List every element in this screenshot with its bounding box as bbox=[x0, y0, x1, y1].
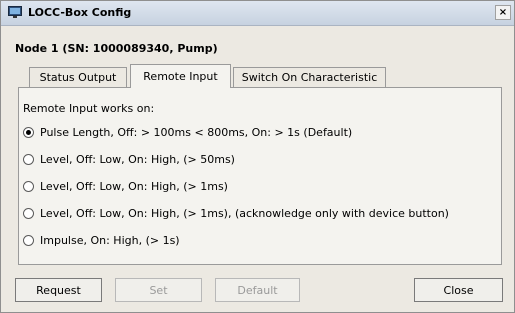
option-label: Pulse Length, Off: > 100ms < 800ms, On: … bbox=[40, 125, 353, 139]
set-button[interactable]: Set bbox=[115, 278, 202, 302]
tab-status-output[interactable]: Status Output bbox=[29, 67, 127, 87]
close-window-button[interactable]: × bbox=[495, 5, 511, 20]
node-title: Node 1 (SN: 1000089340, Pump) bbox=[15, 42, 218, 55]
default-button[interactable]: Default bbox=[215, 278, 300, 302]
radio-button[interactable] bbox=[23, 180, 34, 192]
option-pulse-length[interactable]: Pulse Length, Off: > 100ms < 800ms, On: … bbox=[23, 124, 352, 140]
config-window: LOCC-Box Config × Node 1 (SN: 1000089340… bbox=[0, 0, 515, 313]
title-bar[interactable]: LOCC-Box Config × bbox=[1, 1, 514, 26]
option-level-50ms[interactable]: Level, Off: Low, On: High, (> 50ms) bbox=[23, 151, 235, 167]
radio-button[interactable] bbox=[23, 126, 34, 138]
radio-button[interactable] bbox=[23, 153, 34, 165]
tab-switch-on-characteristic[interactable]: Switch On Characteristic bbox=[233, 67, 386, 87]
option-label: Level, Off: Low, On: High, (> 1ms) bbox=[40, 179, 228, 193]
tab-remote-input[interactable]: Remote Input bbox=[130, 64, 231, 88]
option-label: Level, Off: Low, On: High, (> 1ms), (ack… bbox=[40, 206, 449, 220]
option-level-1ms-acknowledge[interactable]: Level, Off: Low, On: High, (> 1ms), (ack… bbox=[23, 205, 449, 221]
window-title: LOCC-Box Config bbox=[28, 6, 132, 19]
request-button[interactable]: Request bbox=[15, 278, 102, 302]
option-label: Impulse, On: High, (> 1s) bbox=[40, 233, 180, 247]
remote-input-group-label: Remote Input works on: bbox=[23, 102, 155, 115]
option-level-1ms[interactable]: Level, Off: Low, On: High, (> 1ms) bbox=[23, 178, 228, 194]
radio-button[interactable] bbox=[23, 207, 34, 219]
option-label: Level, Off: Low, On: High, (> 50ms) bbox=[40, 152, 235, 166]
monitor-icon bbox=[8, 6, 22, 18]
option-impulse[interactable]: Impulse, On: High, (> 1s) bbox=[23, 232, 180, 248]
radio-button[interactable] bbox=[23, 234, 34, 246]
close-button[interactable]: Close bbox=[414, 278, 503, 302]
